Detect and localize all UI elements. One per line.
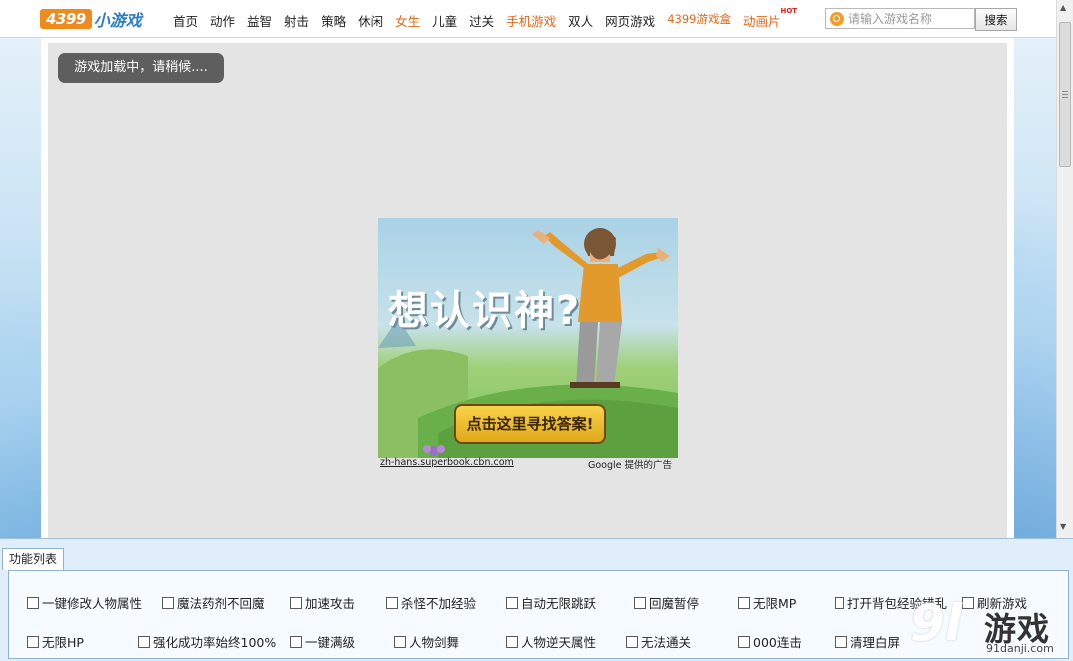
ad-link[interactable]: zh-hans.superbook.cbn.com xyxy=(380,457,514,468)
option-godlike-stats[interactable]: 人物逆天属性 xyxy=(506,632,596,651)
ad-credit[interactable]: Google 提供的广告 xyxy=(588,457,672,471)
top-navigation-bar: 4399 小游戏 首页 动作 益智 射击 策略 休闲 女生 儿童 过关 手机游戏… xyxy=(0,0,1056,38)
option-mana-regen-pause[interactable]: 回魔暂停 xyxy=(634,593,699,612)
nav-strategy[interactable]: 策略 xyxy=(321,11,346,30)
option-infinite-mp[interactable]: 无限MP xyxy=(738,593,796,612)
site-watermark: 9l 游戏 91danji.com xyxy=(910,594,1070,658)
option-magic-potion-no-mana[interactable]: 魔法药剂不回魔 xyxy=(162,593,265,612)
nav-home[interactable]: 首页 xyxy=(173,11,198,30)
checkbox[interactable] xyxy=(394,635,406,648)
checkbox[interactable] xyxy=(386,596,398,609)
option-label: 无法通关 xyxy=(641,635,692,650)
option-clear-white-screen[interactable]: 清理白屏 xyxy=(835,632,900,651)
option-label: 魔法药剂不回魔 xyxy=(177,596,265,611)
checkbox[interactable] xyxy=(290,635,302,648)
option-sword-dance[interactable]: 人物剑舞 xyxy=(394,632,459,651)
vertical-scrollbar[interactable]: ▲ ▼ xyxy=(1056,0,1073,538)
search-input[interactable] xyxy=(848,10,972,27)
option-max-level[interactable]: 一键满级 xyxy=(290,632,355,651)
option-infinite-hp[interactable]: 无限HP xyxy=(27,632,84,651)
logo-number: 4399 xyxy=(40,9,92,29)
checkbox[interactable] xyxy=(626,635,638,648)
option-label: 自动无限跳跃 xyxy=(521,596,597,611)
nav-cartoons-label: 动画片 xyxy=(742,14,781,29)
watermark-logo-number: 9l xyxy=(910,594,962,652)
checkbox[interactable] xyxy=(835,596,844,609)
browser-page: 4399 小游戏 首页 动作 益智 射击 策略 休闲 女生 儿童 过关 手机游戏… xyxy=(0,0,1056,538)
option-label: 无限HP xyxy=(42,635,84,650)
checkbox[interactable] xyxy=(506,635,518,648)
tab-function-list[interactable]: 功能列表 xyxy=(2,548,64,570)
nav-shooting[interactable]: 射击 xyxy=(284,11,309,30)
checkbox[interactable] xyxy=(27,596,39,609)
option-label: 杀怪不加经验 xyxy=(401,596,477,611)
option-enhance-100[interactable]: 强化成功率始终100% xyxy=(138,632,276,651)
nav-casual[interactable]: 休闲 xyxy=(358,11,383,30)
checkbox[interactable] xyxy=(290,596,302,609)
option-label: 加速攻击 xyxy=(305,596,356,611)
nav-girls[interactable]: 女生 xyxy=(395,11,420,30)
nav-links: 首页 动作 益智 射击 策略 休闲 女生 儿童 过关 手机游戏 双人 网页游戏 … xyxy=(173,7,809,30)
checkbox[interactable] xyxy=(162,596,174,609)
grip-line xyxy=(1062,94,1068,95)
nav-kids[interactable]: 儿童 xyxy=(432,11,457,30)
nav-cartoons[interactable]: 动画片HOT xyxy=(742,7,797,30)
ad-headline: 想认识神? xyxy=(388,288,582,334)
option-label: 000连击 xyxy=(753,635,802,650)
watermark-url: 91danji.com xyxy=(986,642,1054,655)
nav-levels[interactable]: 过关 xyxy=(469,11,494,30)
grip-line xyxy=(1062,91,1068,92)
checkbox[interactable] xyxy=(506,596,518,609)
checkbox[interactable] xyxy=(738,596,750,609)
option-cannot-clear[interactable]: 无法通关 xyxy=(626,632,691,651)
search-button[interactable]: 搜索 xyxy=(975,8,1017,31)
hot-badge: HOT xyxy=(780,7,798,15)
advertisement-banner[interactable]: 想认识神? 点击这里寻找答案! xyxy=(378,218,678,458)
nav-action[interactable]: 动作 xyxy=(210,11,235,30)
checkbox[interactable] xyxy=(634,596,646,609)
grip-line xyxy=(1062,97,1068,98)
option-label: 一键修改人物属性 xyxy=(42,596,143,611)
loading-message: 游戏加载中，请稍候.... xyxy=(58,53,224,83)
nav-web-games[interactable]: 网页游戏 xyxy=(605,11,655,30)
search-box xyxy=(825,8,975,29)
checkbox[interactable] xyxy=(738,635,750,648)
site-logo[interactable]: 4399 小游戏 xyxy=(40,8,142,30)
background-scenery-right xyxy=(1012,200,1056,538)
option-label: 人物逆天属性 xyxy=(521,635,597,650)
scroll-down-arrow-icon[interactable]: ▼ xyxy=(1060,522,1066,531)
nav-puzzle[interactable]: 益智 xyxy=(247,11,272,30)
option-label: 人物剑舞 xyxy=(409,635,460,650)
checkbox[interactable] xyxy=(835,635,847,648)
scroll-up-arrow-icon[interactable]: ▲ xyxy=(1060,3,1066,12)
option-combo-000[interactable]: 000连击 xyxy=(738,632,802,651)
ad-cta-button[interactable]: 点击这里寻找答案! xyxy=(454,404,606,444)
search-icon xyxy=(830,12,844,26)
scrollbar-thumb[interactable] xyxy=(1059,22,1071,167)
option-no-exp-on-kill[interactable]: 杀怪不加经验 xyxy=(386,593,476,612)
logo-text: 小游戏 xyxy=(93,11,142,30)
checkbox[interactable] xyxy=(27,635,39,648)
option-edit-character-stats[interactable]: 一键修改人物属性 xyxy=(27,593,142,612)
option-label: 一键满级 xyxy=(305,635,356,650)
nav-mobile-games[interactable]: 手机游戏 xyxy=(506,11,556,30)
option-label: 无限MP xyxy=(753,596,797,611)
checkbox[interactable] xyxy=(138,635,150,648)
nav-game-box[interactable]: 4399游戏盒 xyxy=(667,11,731,30)
option-label: 回魔暂停 xyxy=(649,596,700,611)
option-infinite-jump[interactable]: 自动无限跳跃 xyxy=(506,593,596,612)
nav-two-player[interactable]: 双人 xyxy=(568,11,593,30)
option-label: 清理白屏 xyxy=(850,635,901,650)
option-label: 强化成功率始终100% xyxy=(153,635,277,650)
option-attack-speed[interactable]: 加速攻击 xyxy=(290,593,355,612)
